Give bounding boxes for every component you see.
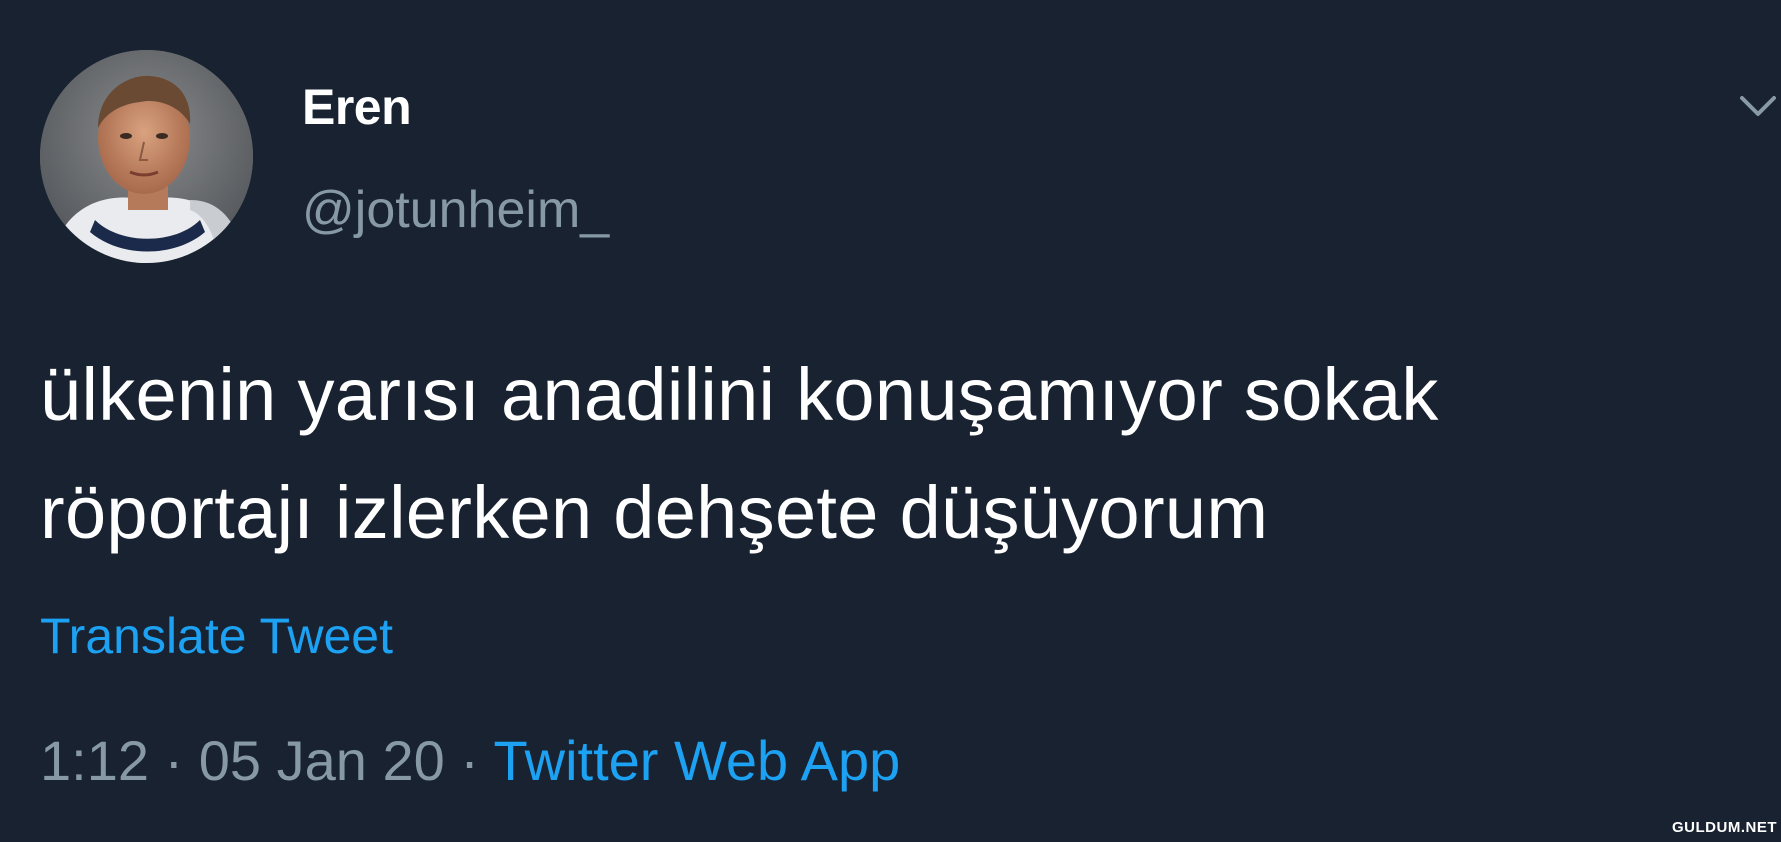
- separator: ·: [149, 729, 199, 792]
- avatar[interactable]: [40, 50, 253, 263]
- user-handle[interactable]: @jotunheim_: [302, 180, 609, 240]
- display-name[interactable]: Eren: [302, 78, 412, 136]
- tweet-source-link[interactable]: Twitter Web App: [494, 729, 901, 792]
- tweet-date[interactable]: 05 Jan 20: [199, 729, 445, 792]
- tweet-text-line: ülkenin yarısı anadilini konuşamıyor sok…: [40, 353, 1439, 436]
- translate-tweet-link[interactable]: Translate Tweet: [40, 607, 393, 665]
- separator: ·: [444, 729, 494, 792]
- tweet-time[interactable]: 1:12: [40, 729, 149, 792]
- tweet-card: Eren @jotunheim_ ülkenin yarısı anadilin…: [0, 0, 1781, 842]
- watermark: GULDUM.NET: [1672, 819, 1777, 836]
- chevron-down-icon[interactable]: [1738, 88, 1778, 128]
- tweet-text-line: röportajı izlerken dehşete düşüyorum: [40, 471, 1269, 554]
- tweet-metadata: 1:12 · 05 Jan 20 · Twitter Web App: [40, 728, 900, 793]
- tweet-text: ülkenin yarısı anadilini konuşamıyor sok…: [40, 336, 1760, 572]
- avatar-image: [40, 50, 253, 263]
